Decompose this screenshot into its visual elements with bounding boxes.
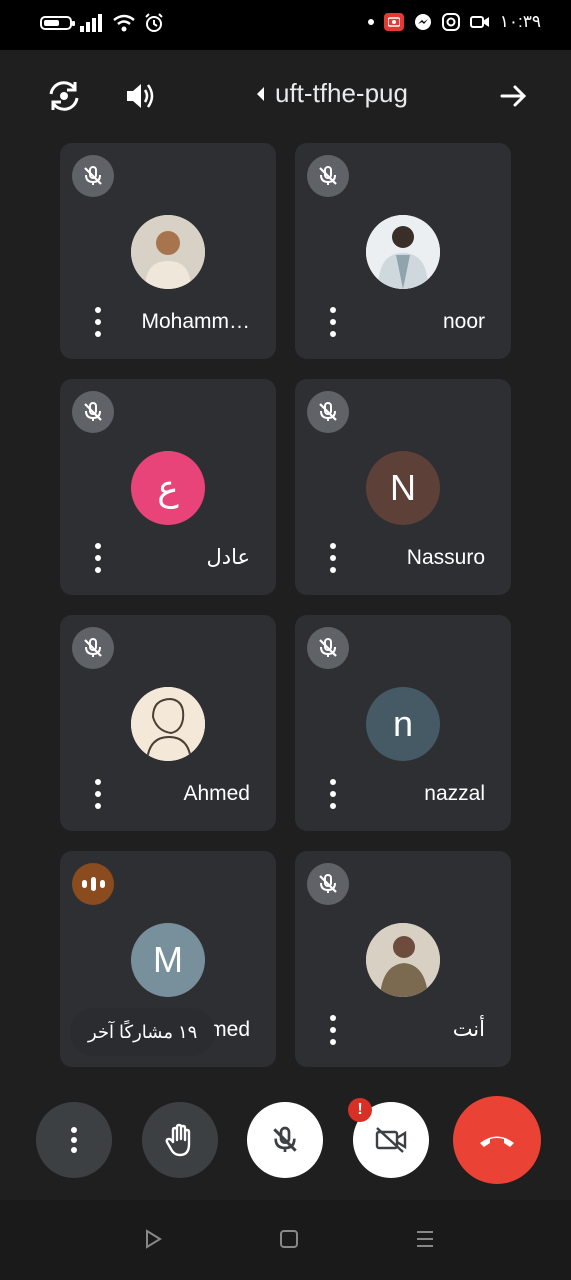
avatar xyxy=(366,923,440,997)
speaking-indicator xyxy=(72,863,114,905)
status-left xyxy=(40,13,164,33)
alarm-icon xyxy=(145,13,163,32)
status-bar: ١٠:٣٩ xyxy=(0,0,571,50)
nav-back-button[interactable] xyxy=(138,1224,168,1254)
audio-output-button[interactable] xyxy=(120,76,160,116)
other-participants-toast[interactable]: ١٩ مشاركًا آخر xyxy=(70,1008,216,1056)
avatar-initial: ع xyxy=(157,467,179,508)
switch-camera-button[interactable] xyxy=(44,76,84,116)
avatar: M xyxy=(131,923,205,997)
more-options-icon xyxy=(71,1127,77,1153)
profile-photo-icon xyxy=(131,687,205,761)
more-options-button[interactable] xyxy=(36,1102,112,1178)
notification-dot-icon xyxy=(367,19,374,25)
arrow-right-icon xyxy=(500,85,527,107)
end-call-button[interactable] xyxy=(453,1096,541,1184)
mic-off-icon xyxy=(319,166,337,185)
mic-off-icon xyxy=(273,1126,297,1152)
speaker-icon xyxy=(127,84,154,108)
nav-recents-button[interactable] xyxy=(410,1224,440,1254)
avatar: N xyxy=(366,451,440,525)
messenger-icon xyxy=(414,14,431,30)
avatar: ع xyxy=(131,451,205,525)
hand-icon xyxy=(165,1123,191,1157)
profile-photo-icon xyxy=(131,215,205,289)
menu-lines-icon xyxy=(417,1231,433,1247)
avatar xyxy=(366,215,440,289)
participant-options-button[interactable] xyxy=(321,779,345,809)
participant-name: Mohamm… xyxy=(141,310,250,333)
meeting-code-label: uft-tfhe-pug xyxy=(275,78,408,108)
participant-options-button[interactable] xyxy=(86,307,110,337)
avatar-initial: n xyxy=(392,703,414,744)
participant-name: nazzal xyxy=(424,782,485,805)
forward-button[interactable] xyxy=(494,76,534,116)
call-header: uft-tfhe-pug xyxy=(0,50,571,142)
mic-toggle-button[interactable] xyxy=(247,1102,323,1178)
avatar xyxy=(131,687,205,761)
participant-name: أنت xyxy=(452,1018,485,1041)
mic-off-icon xyxy=(319,638,337,657)
mic-off-icon xyxy=(84,638,102,657)
participant-tile[interactable]: ع عادل xyxy=(60,379,276,595)
caret-left-icon xyxy=(257,86,264,101)
screen-record-icon xyxy=(383,13,404,31)
video-status-icon xyxy=(469,16,489,28)
nav-home-button[interactable] xyxy=(274,1224,304,1254)
participant-options-button[interactable] xyxy=(86,543,110,573)
system-nav-bar xyxy=(0,1200,571,1280)
home-square-icon xyxy=(280,1230,298,1248)
profile-photo-icon xyxy=(366,215,440,289)
raise-hand-button[interactable] xyxy=(142,1102,218,1178)
end-call-icon xyxy=(480,1136,514,1147)
mic-off-icon xyxy=(319,874,337,893)
participant-tile-self[interactable]: أنت xyxy=(295,851,511,1067)
status-right: ١٠:٣٩ xyxy=(367,12,541,32)
participant-options-button[interactable] xyxy=(86,779,110,809)
mic-muted-badge xyxy=(72,627,114,669)
mic-muted-badge xyxy=(307,627,349,669)
toast-text: ١٩ مشاركًا آخر xyxy=(88,1021,198,1042)
mic-muted-badge xyxy=(307,391,349,433)
camera-alert-badge: ! xyxy=(348,1098,372,1122)
mic-muted-badge xyxy=(307,863,349,905)
mic-muted-badge xyxy=(307,155,349,197)
participant-name: Nassuro xyxy=(406,546,485,569)
participant-options-button[interactable] xyxy=(321,307,345,337)
participant-options-button[interactable] xyxy=(321,1015,345,1045)
battery-icon xyxy=(40,16,75,30)
mic-off-icon xyxy=(84,166,102,185)
participant-name: noor xyxy=(442,310,485,333)
camera-alert-text: ! xyxy=(357,1101,363,1118)
signal-icon xyxy=(80,14,102,32)
participant-name: Ahmed xyxy=(183,782,250,805)
back-triangle-icon xyxy=(146,1229,162,1249)
participant-tile[interactable]: noor xyxy=(295,143,511,359)
camera-off-icon xyxy=(375,1127,407,1153)
avatar xyxy=(131,215,205,289)
mic-muted-badge xyxy=(72,155,114,197)
mic-off-icon xyxy=(319,402,337,421)
avatar-initial: N xyxy=(390,467,416,508)
participant-tile[interactable]: N Nassuro xyxy=(295,379,511,595)
avatar: n xyxy=(366,687,440,761)
participant-options-button[interactable] xyxy=(321,543,345,573)
participant-name: عادل xyxy=(206,546,250,569)
meeting-code[interactable]: uft-tfhe-pug xyxy=(255,78,408,109)
mic-muted-badge xyxy=(72,391,114,433)
avatar-initial: M xyxy=(153,939,183,980)
instagram-icon xyxy=(441,13,460,31)
wifi-icon xyxy=(113,14,135,32)
profile-photo-icon xyxy=(366,923,440,997)
participant-tile[interactable]: Mohamm… xyxy=(60,143,276,359)
switch-camera-icon xyxy=(49,81,79,111)
participant-tile[interactable]: n nazzal xyxy=(295,615,511,831)
participant-tile[interactable]: Ahmed xyxy=(60,615,276,831)
clock: ١٠:٣٩ xyxy=(499,12,541,31)
mic-off-icon xyxy=(84,402,102,421)
